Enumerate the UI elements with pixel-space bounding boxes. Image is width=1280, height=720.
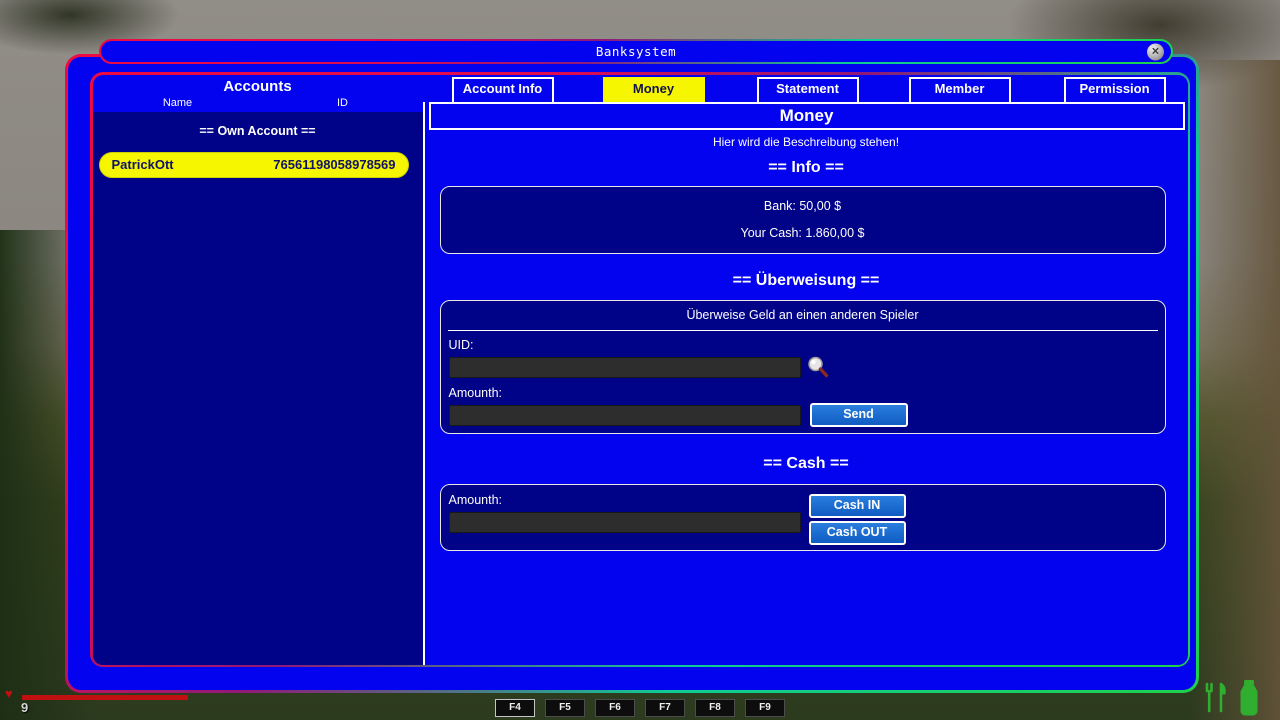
- column-header-id: ID: [263, 97, 423, 109]
- close-icon[interactable]: ✕: [1147, 43, 1164, 60]
- transfer-amount-input[interactable]: [449, 405, 801, 426]
- account-id: 76561198058978569: [273, 157, 395, 172]
- cash-amount-input[interactable]: [449, 512, 801, 533]
- bank-panel: Accounts Name ID == Own Account == Patri…: [90, 72, 1190, 667]
- info-section-header: == Info ==: [425, 159, 1188, 177]
- send-button[interactable]: Send: [810, 403, 908, 427]
- own-account-header: == Own Account ==: [93, 124, 423, 138]
- accounts-title: Accounts: [93, 78, 423, 95]
- column-header-name: Name: [93, 97, 263, 109]
- health-heart-icon: ♥: [5, 687, 13, 700]
- transfer-section-header: == Überweisung ==: [425, 272, 1188, 290]
- account-name: PatrickOtt: [112, 157, 174, 172]
- fork-knife-icon: [1203, 681, 1229, 714]
- fkey-bar: F4 F5 F6 F7 F8 F9: [495, 699, 785, 717]
- game-screen: Accounts Name ID == Own Account == Patri…: [0, 0, 1280, 720]
- fkey-f8[interactable]: F8: [695, 699, 735, 717]
- transfer-divider: [448, 330, 1158, 331]
- transfer-amount-label: Amounth:: [449, 386, 503, 400]
- cash-balance: Your Cash: 1.860,00 $: [741, 226, 865, 240]
- account-row-selected[interactable]: PatrickOtt 76561198058978569: [99, 152, 409, 178]
- cash-out-button[interactable]: Cash OUT: [809, 521, 906, 545]
- money-page: Money Hier wird die Beschreibung stehen!…: [425, 75, 1188, 665]
- title-bar: Banksystem ✕: [99, 39, 1173, 64]
- bottle-icon: [1235, 679, 1263, 717]
- transfer-box-title: Überweise Geld an einen anderen Spieler: [441, 308, 1165, 322]
- cash-in-button[interactable]: Cash IN: [809, 494, 906, 518]
- fkey-f6[interactable]: F6: [595, 699, 635, 717]
- cash-box: Amounth: Cash IN Cash OUT: [440, 484, 1166, 551]
- window-title: Banksystem: [101, 41, 1171, 62]
- transfer-box: Überweise Geld an einen anderen Spieler …: [440, 300, 1166, 434]
- bank-balance: Bank: 50,00 $: [764, 199, 841, 213]
- cash-section-header: == Cash ==: [425, 455, 1188, 473]
- fkey-f5[interactable]: F5: [545, 699, 585, 717]
- page-description: Hier wird die Beschreibung stehen!: [425, 135, 1188, 149]
- fkey-f9[interactable]: F9: [745, 699, 785, 717]
- uid-label: UID:: [449, 338, 474, 352]
- health-bar: [22, 695, 188, 700]
- page-title: Money: [429, 102, 1185, 130]
- fkey-f7[interactable]: F7: [645, 699, 685, 717]
- ammo-counter: 9: [21, 700, 28, 715]
- info-box: Bank: 50,00 $ Your Cash: 1.860,00 $: [440, 186, 1166, 254]
- accounts-list: == Own Account == PatrickOtt 76561198058…: [93, 112, 423, 665]
- fkey-f4[interactable]: F4: [495, 699, 535, 717]
- accounts-sidebar: Accounts Name ID == Own Account == Patri…: [93, 75, 423, 665]
- uid-input[interactable]: [449, 357, 801, 378]
- background-dirt-path: [1190, 60, 1280, 720]
- cash-amount-label: Amounth:: [449, 493, 503, 507]
- magnifier-icon[interactable]: [805, 354, 831, 380]
